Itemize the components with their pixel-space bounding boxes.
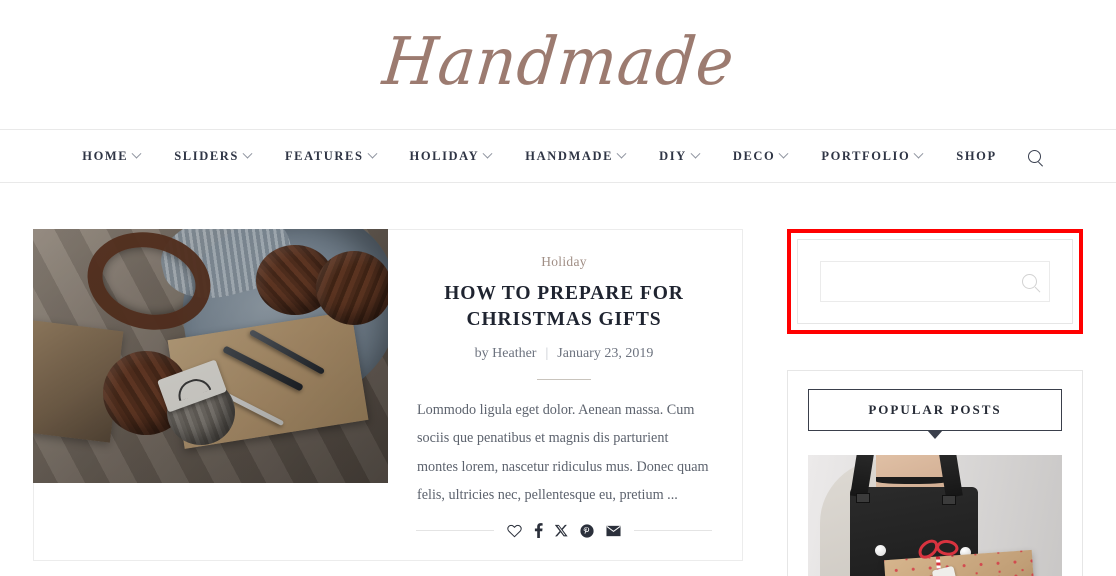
site-logo[interactable]: Handmade [379,22,738,100]
search-widget [797,239,1073,324]
widget-spacer [787,334,1083,370]
chevron-down-icon [482,148,493,159]
divider-line-right [634,530,712,532]
search-input[interactable] [835,273,1022,290]
meta-divider [537,378,591,380]
heart-icon[interactable] [507,524,522,538]
chevron-down-icon [778,148,789,159]
search-icon [1027,149,1041,163]
pinterest-icon[interactable] [580,524,594,538]
widget-title: POPULAR POSTS [868,402,1002,417]
nav-label: SLIDERS [174,148,239,163]
chevron-down-icon [242,148,253,159]
search-icon[interactable] [1022,274,1037,289]
nav-item-handmade[interactable]: HANDMADE [508,148,642,164]
nav-item-deco[interactable]: DECO [716,148,805,164]
site-header: Handmade [0,0,1116,129]
nav-search-toggle[interactable] [1014,149,1051,163]
nav-item-features[interactable]: FEATURES [268,148,393,164]
post-card: Holiday HOW TO PREPARE FOR CHRISTMAS GIF… [33,229,743,562]
chevron-down-icon [616,148,627,159]
nav-item-holiday[interactable]: HOLIDAY [393,148,509,164]
email-icon[interactable] [606,525,621,537]
buckle-shape [856,493,870,503]
choker-shape [876,477,948,484]
sidebar-search-field[interactable] [820,261,1050,302]
post-title[interactable]: HOW TO PREPARE FOR CHRISTMAS GIFTS [419,281,709,333]
triangle-pointer-icon [927,430,943,439]
post-category[interactable]: Holiday [541,254,587,270]
sidebar: POPULAR POSTS [787,229,1083,576]
nav-label: FEATURES [284,148,364,163]
nav-label: PORTFOLIO [821,148,911,163]
main-content: Holiday HOW TO PREPARE FOR CHRISTMAS GIF… [33,229,743,576]
nav-list: HOME SLIDERS FEATURES HOLIDAY HANDMADE D… [65,148,1051,164]
chevron-down-icon [690,148,701,159]
author-prefix: by [474,345,489,361]
post-thumbnail[interactable] [33,229,388,483]
nav-label: DECO [732,148,776,163]
page-container: Holiday HOW TO PREPARE FOR CHRISTMAS GIF… [0,183,1116,576]
popular-posts-header: POPULAR POSTS [808,389,1062,439]
main-navigation: HOME SLIDERS FEATURES HOLIDAY HANDMADE D… [0,129,1116,183]
nav-item-portfolio[interactable]: PORTFOLIO [804,148,939,164]
author-name: Heather [492,345,537,361]
button-shape [875,545,886,556]
nav-item-diy[interactable]: DIY [642,148,716,164]
buckle-shape [942,495,956,505]
nav-item-home[interactable]: HOME [65,148,157,164]
x-twitter-icon[interactable] [555,524,568,537]
post-author[interactable]: by Heather [475,346,537,362]
facebook-icon[interactable] [534,523,543,539]
nav-label: HANDMADE [525,148,614,163]
nav-label: SHOP [956,148,997,163]
post-excerpt: Lommodo ligula eget dolor. Aenean massa.… [417,401,709,504]
chevron-down-icon [131,148,142,159]
popular-post-thumbnail[interactable] [808,455,1062,576]
nav-label: DIY [659,148,687,163]
post-share-row [416,509,712,560]
chevron-down-icon [913,148,924,159]
search-widget-highlight [787,229,1083,334]
popular-posts-widget: POPULAR POSTS [787,370,1083,576]
nav-label: HOLIDAY [409,148,480,163]
post-meta: by Heather | January 23, 2019 [475,346,654,362]
chevron-down-icon [367,148,377,159]
post-body: Holiday HOW TO PREPARE FOR CHRISTMAS GIF… [388,230,742,560]
post-date: January 23, 2019 [557,345,654,361]
share-icons [507,523,621,539]
bow-shape [914,536,963,568]
nav-item-shop[interactable]: SHOP [939,149,1013,164]
nav-label: HOME [82,148,129,163]
nav-item-sliders[interactable]: SLIDERS [157,148,268,164]
photo-shade [33,229,388,483]
divider-line-left [416,530,494,532]
meta-separator: | [545,345,549,361]
